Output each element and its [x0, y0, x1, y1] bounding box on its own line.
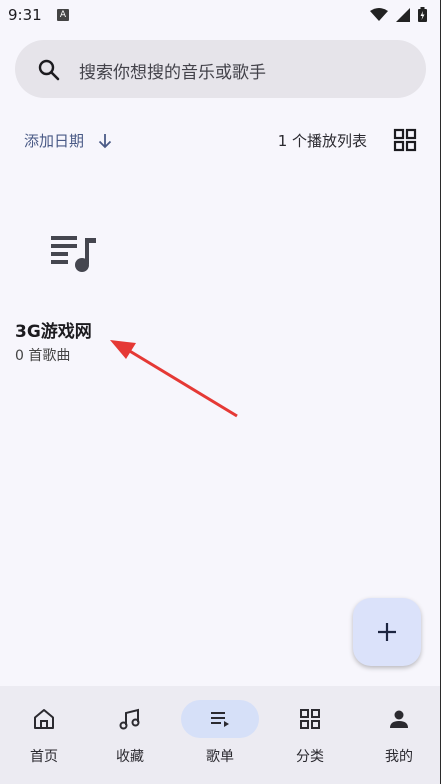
system-icons: [370, 7, 427, 22]
nav-label-categories: 分类: [296, 749, 324, 765]
playlist-icon: [51, 236, 96, 272]
grid-icon: [300, 709, 320, 729]
bottom-navigation: 首页 收藏 歌单 分类 我的: [0, 686, 441, 784]
signal-icon: [396, 7, 410, 22]
battery-icon: [418, 7, 427, 22]
playlist-title: 3G游戏网: [15, 322, 92, 342]
annotation-arrow: [110, 340, 238, 418]
add-playlist-button[interactable]: [353, 598, 421, 666]
playlist-count: 1 个播放列表: [277, 132, 367, 150]
arrow-down-icon: [98, 133, 112, 148]
grid-view-icon[interactable]: [393, 128, 417, 152]
home-icon: [34, 709, 54, 729]
nav-item-categories[interactable]: 分类: [266, 686, 354, 784]
search-icon: [38, 59, 60, 81]
playlist-card[interactable]: 3G游戏网 0 首歌曲: [15, 222, 185, 372]
nav-label-home: 首页: [30, 749, 58, 765]
sort-button[interactable]: 添加日期: [24, 130, 112, 151]
search-placeholder: 搜索你想搜的音乐或歌手: [79, 63, 266, 83]
nav-item-favorites[interactable]: 收藏: [86, 686, 174, 784]
playlist-icon: [211, 712, 229, 727]
playlist-song-count: 0 首歌曲: [15, 348, 71, 364]
sort-label: 添加日期: [24, 132, 85, 150]
status-bar: 9:31 A: [0, 0, 441, 32]
plus-icon: [378, 623, 396, 641]
nav-item-playlists[interactable]: 歌单: [176, 686, 264, 784]
nav-label-mine: 我的: [385, 749, 413, 765]
nav-label-favorites: 收藏: [116, 749, 144, 765]
status-time: 9:31: [8, 6, 42, 24]
notification-icon: A: [57, 9, 69, 21]
person-icon: [390, 710, 408, 728]
nav-item-mine[interactable]: 我的: [355, 686, 441, 784]
search-bar[interactable]: 搜索你想搜的音乐或歌手: [15, 40, 426, 98]
wifi-icon: [370, 7, 388, 21]
nav-label-playlists: 歌单: [206, 749, 234, 765]
nav-item-home[interactable]: 首页: [0, 686, 88, 784]
music-note-icon: [119, 708, 140, 730]
